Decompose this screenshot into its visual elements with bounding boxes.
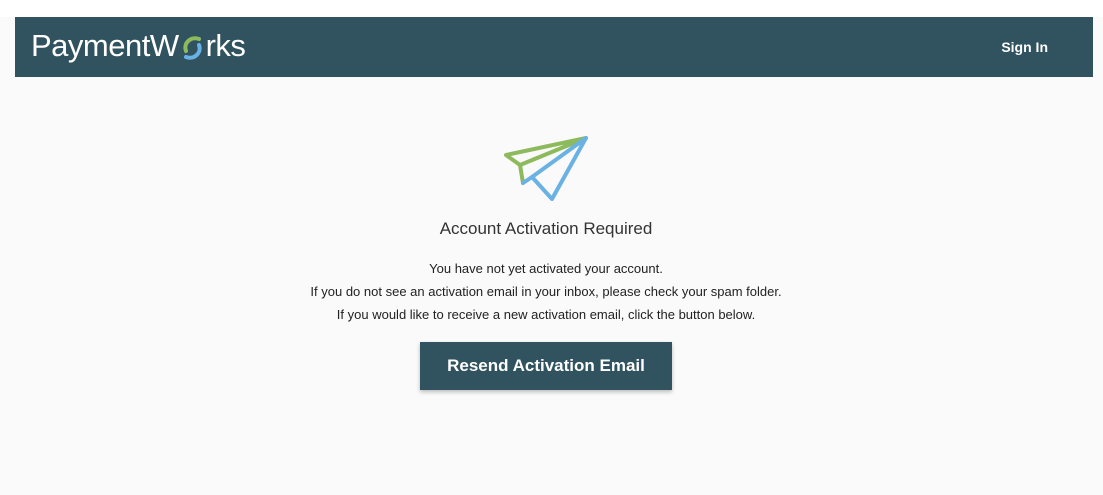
page-title: Account Activation Required: [439, 219, 653, 238]
message-line-2: If you do not see an activation email in…: [310, 284, 782, 299]
navbar: PaymentW rks Sign In: [15, 17, 1093, 77]
message-line-3: If you would like to receive a new activ…: [336, 307, 756, 322]
activation-panel: Account Activation Required You have not…: [0, 77, 1103, 495]
brand-logo[interactable]: PaymentW rks: [31, 28, 246, 64]
sign-in-link[interactable]: Sign In: [1001, 39, 1048, 55]
resend-activation-email-button[interactable]: Resend Activation Email: [420, 342, 672, 390]
brand-text-right: rks: [205, 28, 246, 63]
brand-text-left: PaymentW: [31, 28, 179, 63]
brand-swirl-icon: [182, 36, 202, 60]
top-strip: [0, 0, 1103, 17]
paper-plane-icon: [504, 136, 588, 201]
message-line-1: You have not yet activated your account.: [429, 261, 663, 276]
